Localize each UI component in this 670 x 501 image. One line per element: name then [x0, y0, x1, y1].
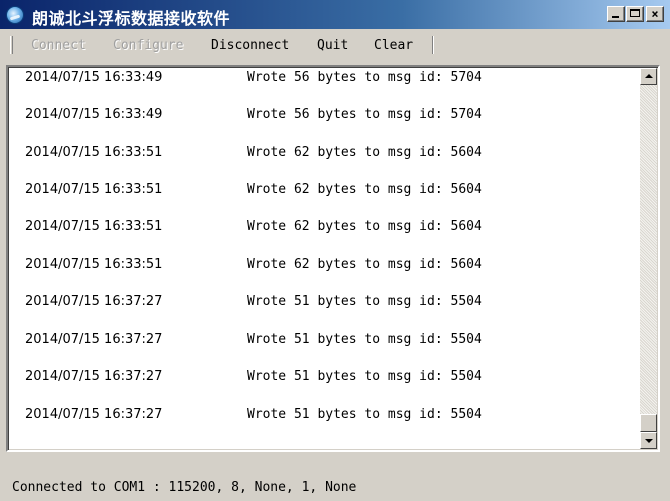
log-timestamp: 2014/07/15 16:33:49 [25, 70, 163, 85]
window-title: 朗诚北斗浮标数据接收软件 [32, 9, 231, 28]
globe-icon [6, 6, 24, 24]
log-message: Wrote 51 bytes to msg id: 5504 [247, 294, 482, 309]
title-bar[interactable]: 朗诚北斗浮标数据接收软件 × [0, 0, 670, 29]
minimize-icon [612, 16, 619, 18]
toolbar-grip[interactable] [10, 36, 13, 54]
scroll-up-button[interactable] [640, 68, 657, 85]
maximize-icon [630, 9, 640, 17]
scroll-thumb[interactable] [640, 414, 657, 432]
log-timestamp: 2014/07/15 16:37:27 [25, 369, 163, 384]
log-timestamp: 2014/07/15 16:37:27 [25, 294, 163, 309]
arrow-down-icon [645, 439, 653, 443]
minimize-button[interactable] [607, 6, 625, 22]
configure-menu-item[interactable]: Configure [113, 38, 183, 53]
vertical-scrollbar[interactable] [640, 68, 657, 449]
status-bar: Connected to COM1 : 115200, 8, None, 1, … [0, 474, 670, 501]
connection-status: Connected to COM1 : 115200, 8, None, 1, … [12, 480, 357, 495]
log-message: Wrote 62 bytes to msg id: 5604 [247, 257, 482, 272]
log-timestamp: 2014/07/15 16:33:49 [25, 107, 163, 122]
log-output[interactable]: 2014/07/15 16:33:49 Wrote 56 bytes to ms… [6, 65, 660, 452]
log-timestamp: 2014/07/15 16:37:27 [25, 407, 163, 422]
log-timestamp: 2014/07/15 16:33:51 [25, 219, 163, 234]
close-icon: × [651, 7, 659, 21]
log-message: Wrote 51 bytes to msg id: 5504 [247, 369, 482, 384]
log-message: Wrote 62 bytes to msg id: 5604 [247, 145, 482, 160]
log-timestamp: 2014/07/15 16:33:51 [25, 257, 163, 272]
app-window: 朗诚北斗浮标数据接收软件 × Connect Configure Disconn… [0, 0, 670, 501]
log-message: Wrote 56 bytes to msg id: 5704 [247, 107, 482, 122]
log-timestamp: 2014/07/15 16:33:51 [25, 145, 163, 160]
quit-menu-item[interactable]: Quit [317, 38, 348, 53]
log-timestamp: 2014/07/15 16:37:27 [25, 332, 163, 347]
log-message: Wrote 62 bytes to msg id: 5604 [247, 219, 482, 234]
menu-separator [432, 36, 434, 54]
clear-menu-item[interactable]: Clear [374, 38, 413, 53]
log-message: Wrote 56 bytes to msg id: 5704 [247, 70, 482, 85]
close-button[interactable]: × [646, 6, 664, 22]
log-message: Wrote 51 bytes to msg id: 5504 [247, 332, 482, 347]
menu-bar: Connect Configure Disconnect Quit Clear [0, 31, 670, 59]
connect-menu-item[interactable]: Connect [31, 38, 86, 53]
log-timestamp: 2014/07/15 16:33:51 [25, 182, 163, 197]
disconnect-menu-item[interactable]: Disconnect [211, 38, 289, 53]
log-message: Wrote 62 bytes to msg id: 5604 [247, 182, 482, 197]
maximize-button[interactable] [626, 6, 644, 22]
scroll-down-button[interactable] [640, 432, 657, 449]
log-message: Wrote 51 bytes to msg id: 5504 [247, 407, 482, 422]
arrow-up-icon [645, 74, 653, 78]
